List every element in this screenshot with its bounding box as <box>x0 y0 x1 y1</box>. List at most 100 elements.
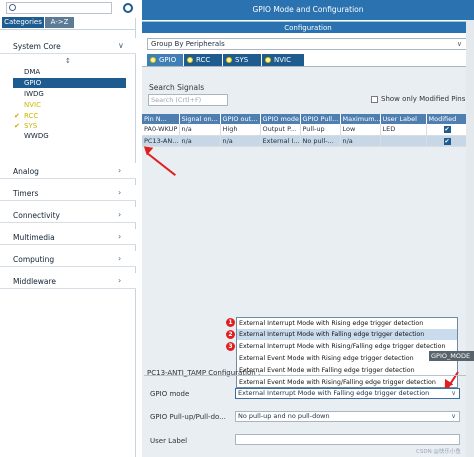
table-header[interactable]: User Label <box>380 114 427 124</box>
group-by-select[interactable]: Group By Peripherals ∨ <box>147 38 467 50</box>
table-header-row: Pin N... Signal on... GPIO out... GPIO m… <box>142 114 467 124</box>
table-cell: External I... <box>260 135 301 147</box>
table-header[interactable]: Modified <box>426 114 467 124</box>
annotation-badge: 1 <box>226 318 235 327</box>
panel-title: GPIO Mode and Configuration <box>142 0 474 20</box>
table-row[interactable]: PC13-AN... n/a n/a External I... No pull… <box>142 135 467 147</box>
table-cell: n/a <box>179 124 221 136</box>
tooltip: GPIO_MODE <box>429 351 474 361</box>
category-label: Multimedia <box>13 233 55 242</box>
group-by-value: Group By Peripherals <box>151 40 225 48</box>
divider <box>0 29 136 30</box>
table-cell: ✔ <box>426 124 467 136</box>
annotation-badge: 2 <box>226 330 235 339</box>
modified-checkbox[interactable]: ✔ <box>443 137 451 145</box>
sidebar-item-rcc[interactable]: RCC <box>24 112 38 120</box>
sidebar-item-gpio[interactable]: GPIO <box>13 78 126 88</box>
signals-table: Pin N... Signal on... GPIO out... GPIO m… <box>142 114 467 147</box>
tab-label: NVIC <box>274 56 291 64</box>
tab-rcc[interactable]: RCC <box>184 54 222 66</box>
table-cell: Low <box>340 124 381 136</box>
modified-checkbox[interactable]: ✔ <box>443 126 451 134</box>
gpio-mode-select[interactable]: External Interrupt Mode with Falling edg… <box>235 388 460 399</box>
table-cell: PA0-WKUP <box>142 124 180 136</box>
table-cell: n/a <box>179 135 221 147</box>
annotation-badge: 3 <box>226 342 235 351</box>
table-cell: n/a <box>340 135 381 147</box>
chevron-down-icon: ∨ <box>451 389 456 397</box>
tab-sys[interactable]: SYS <box>223 54 261 66</box>
dropdown-option[interactable]: External Interrupt Mode with Rising/Fall… <box>237 341 457 352</box>
sidebar-item-dma[interactable]: DMA <box>24 68 40 76</box>
tab-gpio[interactable]: GPIO <box>147 54 183 66</box>
sidebar-item-sys[interactable]: SYS <box>24 122 37 130</box>
table-cell: LED <box>380 124 427 136</box>
table-cell: ✔ <box>426 135 467 147</box>
chevron-down-icon: ∨ <box>456 40 462 48</box>
tab-label: RCC <box>196 56 211 64</box>
panel-subtitle: Configuration <box>142 21 474 33</box>
table-header[interactable]: Signal on... <box>179 114 221 124</box>
check-icon: ✔ <box>14 112 20 120</box>
status-dot-icon <box>226 57 232 63</box>
category-label: Middleware <box>13 277 57 286</box>
chevron-right-icon: › <box>118 276 122 285</box>
category-computing[interactable]: Computing › <box>0 251 136 267</box>
checkbox-icon <box>371 95 378 103</box>
tab-categories[interactable]: Categories <box>2 17 44 28</box>
vertical-scrollbar[interactable] <box>466 20 474 457</box>
search-icon <box>9 4 16 11</box>
chevron-down-icon: ∨ <box>451 412 456 420</box>
tab-a-z[interactable]: A->Z <box>45 17 74 28</box>
status-dot-icon <box>187 57 193 63</box>
table-cell: n/a <box>220 135 261 147</box>
user-label-input[interactable] <box>235 434 460 445</box>
sidebar-item-iwdg[interactable]: IWDG <box>24 90 44 98</box>
gpio-mode-label: GPIO mode <box>150 390 190 398</box>
table-header[interactable]: GPIO Pull... <box>300 114 341 124</box>
gpio-pull-label: GPIO Pull-up/Pull-do... <box>150 413 226 421</box>
user-label-label: User Label <box>150 437 188 445</box>
search-signals-input[interactable]: Search (Crtl+F) <box>148 94 228 106</box>
status-dot-icon <box>150 57 156 63</box>
dropdown-option[interactable]: External Interrupt Mode with Rising edge… <box>237 318 457 329</box>
table-cell: No pull-... <box>300 135 341 147</box>
gpio-pull-select[interactable]: No pull-up and no pull-down ∨ <box>235 411 460 422</box>
category-middleware[interactable]: Middleware › <box>0 273 136 289</box>
tab-nvic[interactable]: NVIC <box>262 54 304 66</box>
category-label: Timers <box>13 189 39 198</box>
chevron-right-icon: › <box>118 210 122 219</box>
category-multimedia[interactable]: Multimedia › <box>0 229 136 245</box>
table-header[interactable]: GPIO mode <box>260 114 301 124</box>
table-header[interactable]: GPIO out... <box>220 114 261 124</box>
chevron-down-icon: ∨ <box>118 41 124 50</box>
category-system-core[interactable]: System Core ∨ <box>0 38 136 54</box>
left-panel: Categories A->Z System Core ∨ ↕ DMA GPIO… <box>0 0 136 457</box>
table-row[interactable]: PA0-WKUP n/a High Output P... Pull-up Lo… <box>142 124 467 136</box>
pinout-search-input[interactable] <box>6 2 112 14</box>
gpio-pull-value: No pull-up and no pull-down <box>238 412 330 420</box>
chevron-right-icon: › <box>118 254 122 263</box>
gear-icon[interactable] <box>123 3 133 13</box>
gpio-mode-value: External Interrupt Mode with Falling edg… <box>238 389 430 397</box>
sort-icon[interactable]: ↕ <box>65 57 71 65</box>
sidebar-item-wwdg[interactable]: WWDG <box>24 132 49 140</box>
search-signals-label: Search Signals <box>149 83 205 92</box>
sidebar-item-nvic[interactable]: NVIC <box>24 101 41 109</box>
category-label: System Core <box>13 42 61 51</box>
category-analog[interactable]: Analog › <box>0 163 136 179</box>
status-dot-icon <box>265 57 271 63</box>
category-connectivity[interactable]: Connectivity › <box>0 207 136 223</box>
category-label: Computing <box>13 255 55 264</box>
table-header[interactable]: Pin N... <box>142 114 180 124</box>
dropdown-option[interactable]: External Interrupt Mode with Falling edg… <box>237 329 457 340</box>
table-cell <box>380 135 427 147</box>
table-header[interactable]: Maximum... <box>340 114 381 124</box>
check-icon: ✔ <box>14 122 20 130</box>
category-timers[interactable]: Timers › <box>0 185 136 201</box>
table-cell: Pull-up <box>300 124 341 136</box>
tab-label: GPIO <box>159 56 177 64</box>
dropdown-option[interactable]: External Event Mode with Rising edge tri… <box>237 353 457 364</box>
show-modified-checkbox[interactable]: Show only Modified Pins <box>371 95 465 103</box>
left-toolbar <box>0 0 136 18</box>
